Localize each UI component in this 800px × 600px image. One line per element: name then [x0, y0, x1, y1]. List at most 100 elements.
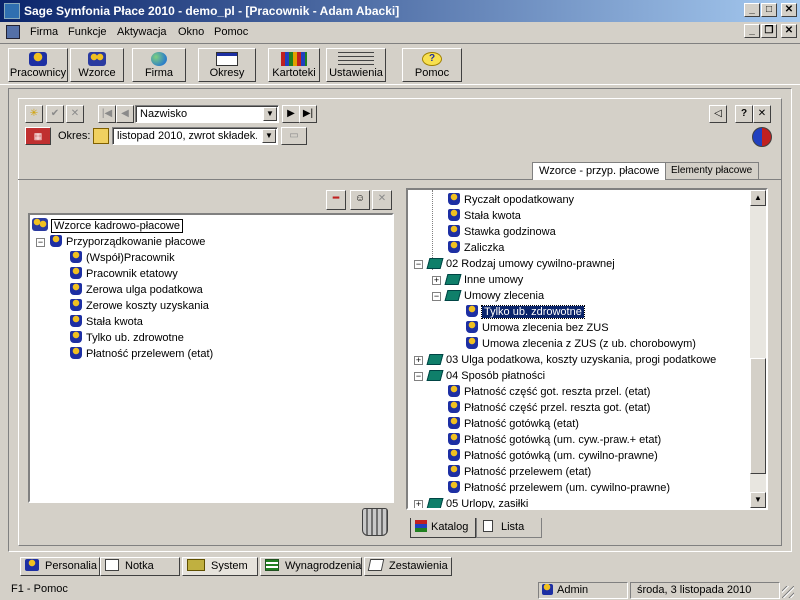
- document-icon[interactable]: [6, 25, 20, 39]
- right-tree-panel[interactable]: Ryczałt opodatkowany Stała kwota Stawka …: [406, 188, 768, 510]
- system-icon: [187, 559, 205, 571]
- back-icon[interactable]: ◁: [709, 105, 727, 123]
- delete-icon[interactable]: ✕: [372, 190, 392, 210]
- tree-group-02[interactable]: 02 Rodzaj umowy cywilno-prawnej: [426, 256, 615, 272]
- sort-field-select[interactable]: Nazwisko ▼: [135, 105, 279, 123]
- tree-item[interactable]: Zaliczka: [448, 240, 504, 256]
- tree-item[interactable]: Pracownik etatowy: [70, 266, 178, 282]
- app-icon[interactable]: [4, 3, 20, 19]
- tab-katalog[interactable]: Katalog: [410, 518, 476, 538]
- menu-pomoc[interactable]: Pomoc: [214, 26, 248, 38]
- tree-item[interactable]: Płatność gotówką (etat): [448, 416, 579, 432]
- previous-record-icon[interactable]: ◀: [116, 105, 134, 123]
- tree-group-05[interactable]: 05 Urlopy, zasiłki: [426, 496, 528, 508]
- new-icon[interactable]: ✳: [25, 105, 43, 123]
- module-tab-personalia[interactable]: Personalia: [20, 557, 100, 576]
- module-tab-wynagrodzenia[interactable]: Wynagrodzenia: [260, 557, 362, 576]
- switch-icon[interactable]: [752, 127, 772, 147]
- remove-icon[interactable]: ━: [326, 190, 346, 210]
- panel-close-button[interactable]: ✕: [753, 105, 771, 123]
- tree-item-selected[interactable]: Tylko ub. zdrowotne: [466, 304, 585, 320]
- tree-item[interactable]: Umowa zlecenia bez ZUS: [466, 320, 609, 336]
- minimize-button[interactable]: _: [744, 3, 760, 17]
- resize-grip-icon[interactable]: [782, 586, 794, 598]
- status-help: F1 - Pomoc: [11, 583, 68, 595]
- expand-icon[interactable]: +: [414, 500, 423, 508]
- tree-item[interactable]: Płatność gotówką (um. cyw.-praw.+ etat): [448, 432, 661, 448]
- menu-aktywacja[interactable]: Aktywacja: [117, 26, 167, 38]
- tree-item[interactable]: Płatność przelewem (um. cywilno-prawne): [448, 480, 670, 496]
- chevron-down-icon[interactable]: ▼: [263, 107, 277, 121]
- menu-firma[interactable]: Firma: [30, 26, 58, 38]
- collapse-icon[interactable]: −: [414, 372, 423, 381]
- title-bar[interactable]: Sage Symfonia Płace 2010 - demo_pl - [Pr…: [0, 0, 800, 22]
- tree-item[interactable]: Płatność część przel. reszta got. (etat): [448, 400, 650, 416]
- scroll-thumb[interactable]: [750, 358, 766, 474]
- firma-button[interactable]: Firma: [132, 48, 186, 82]
- tab-wzorce-przyp-placowe[interactable]: Wzorce - przyp. płacowe: [532, 162, 667, 180]
- ustawienia-button[interactable]: Ustawienia: [326, 48, 386, 82]
- tree-item[interactable]: Stała kwota: [448, 208, 521, 224]
- group-icon[interactable]: ☺: [350, 190, 370, 210]
- person-icon: [448, 241, 460, 253]
- module-tab-notka[interactable]: Notka: [100, 557, 180, 576]
- maximize-button[interactable]: □: [761, 3, 777, 17]
- menu-funkcje[interactable]: Funkcje: [68, 26, 107, 38]
- tree-group-04[interactable]: 04 Sposób płatności: [426, 368, 545, 384]
- menu-okno[interactable]: Okno: [178, 26, 204, 38]
- tree-root[interactable]: Wzorce kadrowo-płacowe: [32, 218, 183, 234]
- tree-item[interactable]: Umowa zlecenia z ZUS (z ub. chorobowym): [466, 336, 696, 352]
- tree-item[interactable]: Płatność część got. reszta przel. (etat): [448, 384, 650, 400]
- tree-item[interactable]: Zerowa ulga podatkowa: [70, 282, 203, 298]
- cancel-icon[interactable]: ✕: [66, 105, 84, 123]
- last-record-icon[interactable]: ▶|: [299, 105, 317, 123]
- scroll-down-arrow[interactable]: ▼: [750, 492, 766, 508]
- vertical-scrollbar[interactable]: ▲ ▼: [750, 190, 766, 508]
- period-select[interactable]: listopad 2010, zwrot składek... ▼: [112, 127, 278, 145]
- mdi-restore-button[interactable]: ❐: [761, 24, 777, 38]
- globe-icon: [151, 52, 167, 66]
- tree-item[interactable]: Stała kwota: [70, 314, 143, 330]
- scroll-up-arrow[interactable]: ▲: [750, 190, 766, 206]
- first-record-icon[interactable]: |◀: [98, 105, 116, 123]
- period-details-icon[interactable]: ▭: [281, 127, 307, 145]
- person-icon: [448, 225, 460, 237]
- pracownicy-button[interactable]: Pracownicy: [8, 48, 68, 82]
- expand-icon[interactable]: +: [432, 276, 441, 285]
- collapse-icon[interactable]: −: [414, 260, 423, 269]
- tree-group-03[interactable]: 03 Ulga podatkowa, koszty uzyskania, pro…: [426, 352, 716, 368]
- tree-sub-umowy-zlecenia[interactable]: Umowy zlecenia: [444, 288, 544, 304]
- next-record-icon[interactable]: ▶: [282, 105, 300, 123]
- tab-lista[interactable]: Lista: [476, 518, 542, 538]
- trash-icon[interactable]: [362, 508, 388, 536]
- expand-icon[interactable]: +: [414, 356, 423, 365]
- collapse-icon[interactable]: −: [432, 292, 441, 301]
- tree-group-przyporzadkowanie[interactable]: Przyporządkowanie płacowe: [50, 234, 205, 250]
- tree-item[interactable]: Płatność przelewem (etat): [70, 346, 213, 362]
- period-calendar-icon[interactable]: ▦: [25, 127, 51, 145]
- chevron-down-icon[interactable]: ▼: [262, 129, 276, 143]
- tree-item[interactable]: (Współ)Pracownik: [70, 250, 175, 266]
- kartoteki-button[interactable]: Kartoteki: [268, 48, 320, 82]
- left-tree-panel[interactable]: Wzorce kadrowo-płacowe − Przyporządkowan…: [28, 213, 394, 503]
- tree-item[interactable]: Stawka godzinowa: [448, 224, 556, 240]
- module-tab-system[interactable]: System: [182, 557, 258, 576]
- tab-elementy-placowe[interactable]: Elementy płacowe: [664, 162, 760, 180]
- mdi-minimize-button[interactable]: _: [744, 24, 760, 38]
- pomoc-button[interactable]: ? Pomoc: [402, 48, 462, 82]
- help-button[interactable]: ?: [735, 105, 753, 123]
- accept-icon[interactable]: ✔: [46, 105, 64, 123]
- binders-icon: [281, 52, 307, 66]
- okresy-button[interactable]: Okresy: [198, 48, 256, 82]
- collapse-icon[interactable]: −: [36, 238, 45, 247]
- close-button[interactable]: ✕: [781, 3, 797, 17]
- tree-item[interactable]: Płatność gotówką (um. cywilno-prawne): [448, 448, 658, 464]
- module-tab-zestawienia[interactable]: Zestawienia: [364, 557, 452, 576]
- wzorce-button[interactable]: Wzorce: [70, 48, 124, 82]
- tree-item[interactable]: Płatność przelewem (etat): [448, 464, 591, 480]
- tree-item[interactable]: Zerowe koszty uzyskania: [70, 298, 209, 314]
- tree-item[interactable]: Ryczałt opodatkowany: [448, 192, 574, 208]
- tree-sub-inne-umowy[interactable]: Inne umowy: [444, 272, 523, 288]
- tree-item[interactable]: Tylko ub. zdrowotne: [70, 330, 184, 346]
- mdi-close-button[interactable]: ✕: [781, 24, 797, 38]
